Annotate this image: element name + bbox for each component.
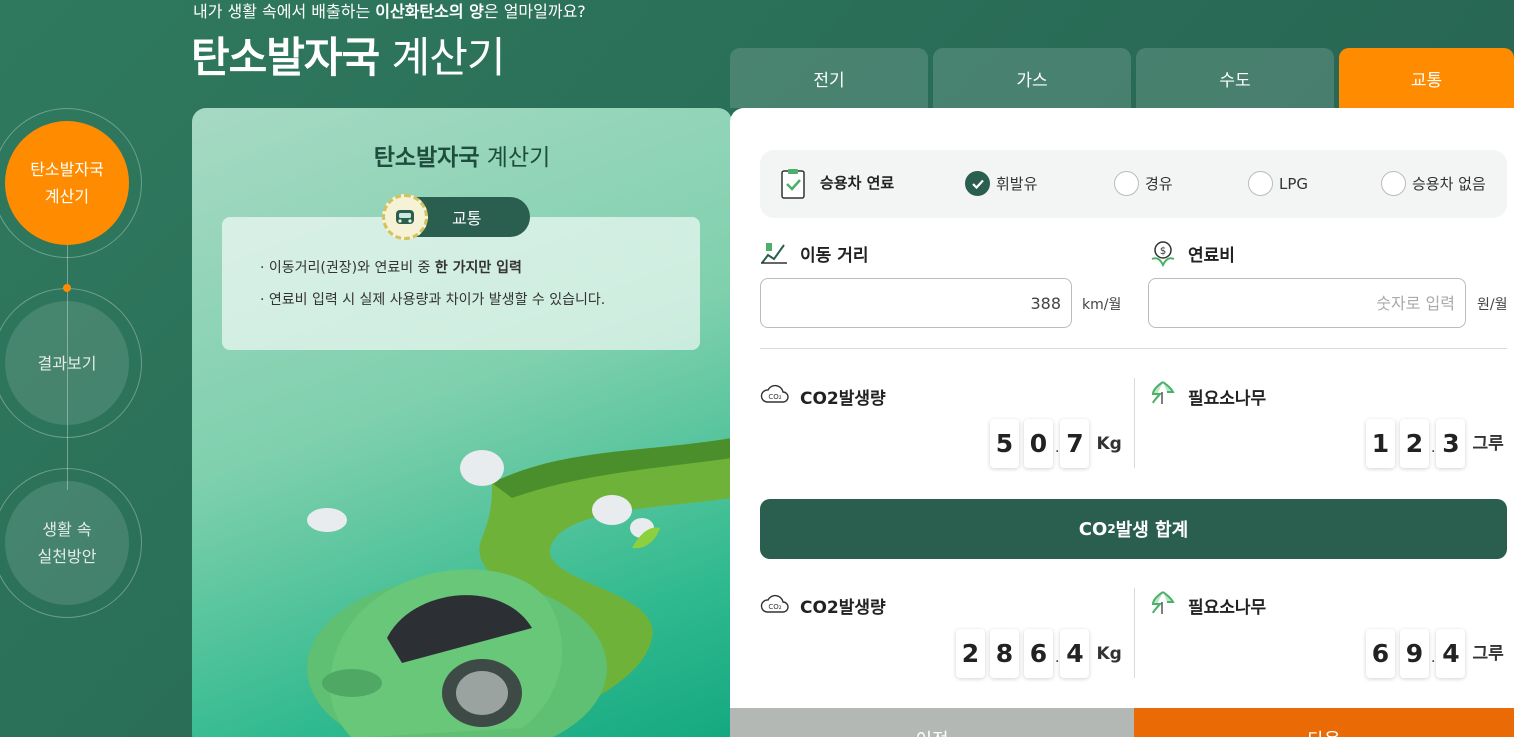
prev-button[interactable]: 이전: [730, 708, 1134, 737]
svg-text:CO₂: CO₂: [768, 603, 781, 611]
money-plant-icon: $: [1149, 239, 1177, 271]
info-list: 이동거리(권장)와 연료비 중 한 가지만 입력 연료비 입력 시 실제 사용량…: [260, 257, 605, 321]
prev-button-label: 이전: [915, 726, 948, 737]
radio-gasoline-label: 휘발유: [996, 175, 1038, 193]
subtitle-highlight: 이산화탄소의 양: [375, 2, 484, 21]
decimal-dot: .: [1431, 440, 1436, 456]
subtitle-text-end: 은 얼마일까요?: [483, 2, 586, 21]
card-title-light: 계산기: [479, 145, 551, 171]
decimal-dot: .: [1055, 650, 1060, 666]
tab-transport[interactable]: 교통: [1339, 48, 1514, 108]
fuel-document-icon: [780, 168, 808, 204]
total-bar-sub: 2: [1107, 522, 1116, 536]
digit: 4: [1436, 629, 1466, 678]
section-divider: [760, 348, 1507, 349]
info-item-1-text: 이동거리(권장)와 연료비 중: [268, 260, 435, 276]
pine-tree-icon: [1150, 590, 1176, 620]
pine-tree-icon: [1150, 380, 1176, 410]
digit: 0: [1024, 419, 1053, 468]
card-title: 탄소발자국 계산기: [192, 138, 732, 172]
info-item-1-bold: 한 가지만 입력: [434, 260, 522, 276]
tree-total-digits: 6 9 . 4 그루: [1366, 629, 1504, 678]
distance-label: 이동 거리: [800, 246, 869, 266]
digit: 8: [990, 629, 1019, 678]
digit: 5: [990, 419, 1019, 468]
subtitle-text: 내가 생활 속에서 배출하는: [193, 2, 376, 21]
digit: 6: [1024, 629, 1053, 678]
fuel-cost-unit: 원/월: [1477, 297, 1508, 313]
co2-cloud-icon: CO₂: [760, 382, 790, 410]
info-item-1: 이동거리(권장)와 연료비 중 한 가지만 입력: [260, 257, 605, 277]
digit: 4: [1060, 629, 1090, 678]
radio-circle-icon: [1381, 171, 1406, 196]
tree-monthly-digits: 1 2 . 3 그루: [1366, 419, 1504, 468]
digit: 9: [1400, 629, 1429, 678]
radio-gasoline[interactable]: 휘발유: [965, 171, 1037, 196]
tree-label: 필요소나무: [1188, 389, 1267, 409]
fuel-cost-input[interactable]: [1148, 278, 1466, 328]
car-road-illustration: [307, 438, 732, 737]
decimal-dot: .: [1055, 440, 1060, 456]
next-button[interactable]: 다음: [1134, 708, 1514, 737]
radio-circle-icon: [1114, 171, 1139, 196]
info-item-2-text: 연료비 입력 시 실제 사용량과 차이가 발생할 수 있습니다.: [268, 292, 606, 308]
tab-water[interactable]: 수도: [1136, 48, 1334, 108]
calculator-panel: 승용차 연료 휘발유 경유 LPG 승용차 없음 이동 거리 km/월 $ 연료…: [730, 108, 1514, 737]
card-title-bold: 탄소발자국: [373, 145, 480, 171]
radio-lpg-label: LPG: [1279, 174, 1309, 193]
side-nav-practice[interactable]: 생활 속 실천방안: [5, 481, 129, 605]
category-badge-label: 교통: [452, 209, 482, 228]
result-vdivider: [1134, 378, 1135, 468]
radio-lpg[interactable]: LPG: [1248, 171, 1308, 196]
title-light: 계산기: [379, 33, 506, 82]
total-bar-co: CO: [1078, 518, 1108, 540]
radio-diesel-label: 경유: [1145, 175, 1173, 193]
co2-total-unit: Kg: [1096, 644, 1122, 664]
digit: 2: [1400, 419, 1429, 468]
fuel-selector: 승용차 연료 휘발유 경유 LPG 승용차 없음: [760, 150, 1507, 218]
page-title: 탄소발자국 계산기: [191, 24, 506, 85]
tab-gas[interactable]: 가스: [933, 48, 1131, 108]
fuel-label: 승용차 연료: [820, 174, 895, 192]
next-button-label: 다음: [1307, 726, 1340, 737]
tree-total-label: 필요소나무: [1188, 598, 1267, 618]
digit: 3: [1436, 419, 1466, 468]
side-nav-results[interactable]: 결과보기: [5, 301, 129, 425]
digit: 2: [956, 629, 985, 678]
digit: 7: [1060, 419, 1090, 468]
co2-cloud-icon: CO₂: [760, 592, 790, 620]
distance-input[interactable]: [760, 278, 1072, 328]
title-bold: 탄소발자국: [191, 33, 380, 82]
tab-electricity[interactable]: 전기: [730, 48, 928, 108]
radio-circle-icon: [1248, 171, 1273, 196]
info-item-2: 연료비 입력 시 실제 사용량과 차이가 발생할 수 있습니다.: [260, 289, 605, 309]
svg-text:$: $: [1160, 246, 1166, 257]
digit: 1: [1366, 419, 1395, 468]
illustration-card: 탄소발자국 계산기 이동거리(권장)와 연료비 중 한 가지만 입력 연료비 입…: [192, 108, 732, 737]
radio-no-car-label: 승용차 없음: [1412, 175, 1486, 193]
check-icon: [965, 171, 990, 196]
radio-diesel[interactable]: 경유: [1114, 171, 1173, 196]
radio-no-car[interactable]: 승용차 없음: [1381, 171, 1486, 196]
co2-label: CO2발생량: [800, 389, 886, 409]
co2-unit: Kg: [1096, 434, 1122, 454]
distance-unit: km/월: [1082, 297, 1122, 313]
page-subtitle: 내가 생활 속에서 배출하는 이산화탄소의 양은 얼마일까요?: [193, 0, 586, 22]
co2-total-label: CO2발생량: [800, 598, 886, 618]
result-vdivider: [1134, 588, 1135, 678]
co2-monthly-digits: 5 0 . 7 Kg: [990, 419, 1122, 468]
digit: 6: [1366, 629, 1395, 678]
tree-unit: 그루: [1472, 434, 1504, 454]
distance-icon: [760, 239, 788, 269]
tree-total-unit: 그루: [1472, 644, 1504, 664]
fuel-cost-label: 연료비: [1188, 246, 1235, 266]
side-nav-dot: [63, 284, 71, 292]
total-bar-text: 발생 합계: [1115, 520, 1189, 541]
co2-total-bar: CO 2 발생 합계: [760, 499, 1507, 559]
car-badge-icon: [382, 194, 428, 240]
svg-text:CO₂: CO₂: [768, 393, 781, 401]
co2-total-digits: 2 8 6 . 4 Kg: [956, 629, 1122, 678]
decimal-dot: .: [1431, 650, 1436, 666]
side-nav-calculator[interactable]: 탄소발자국 계산기: [5, 121, 129, 245]
